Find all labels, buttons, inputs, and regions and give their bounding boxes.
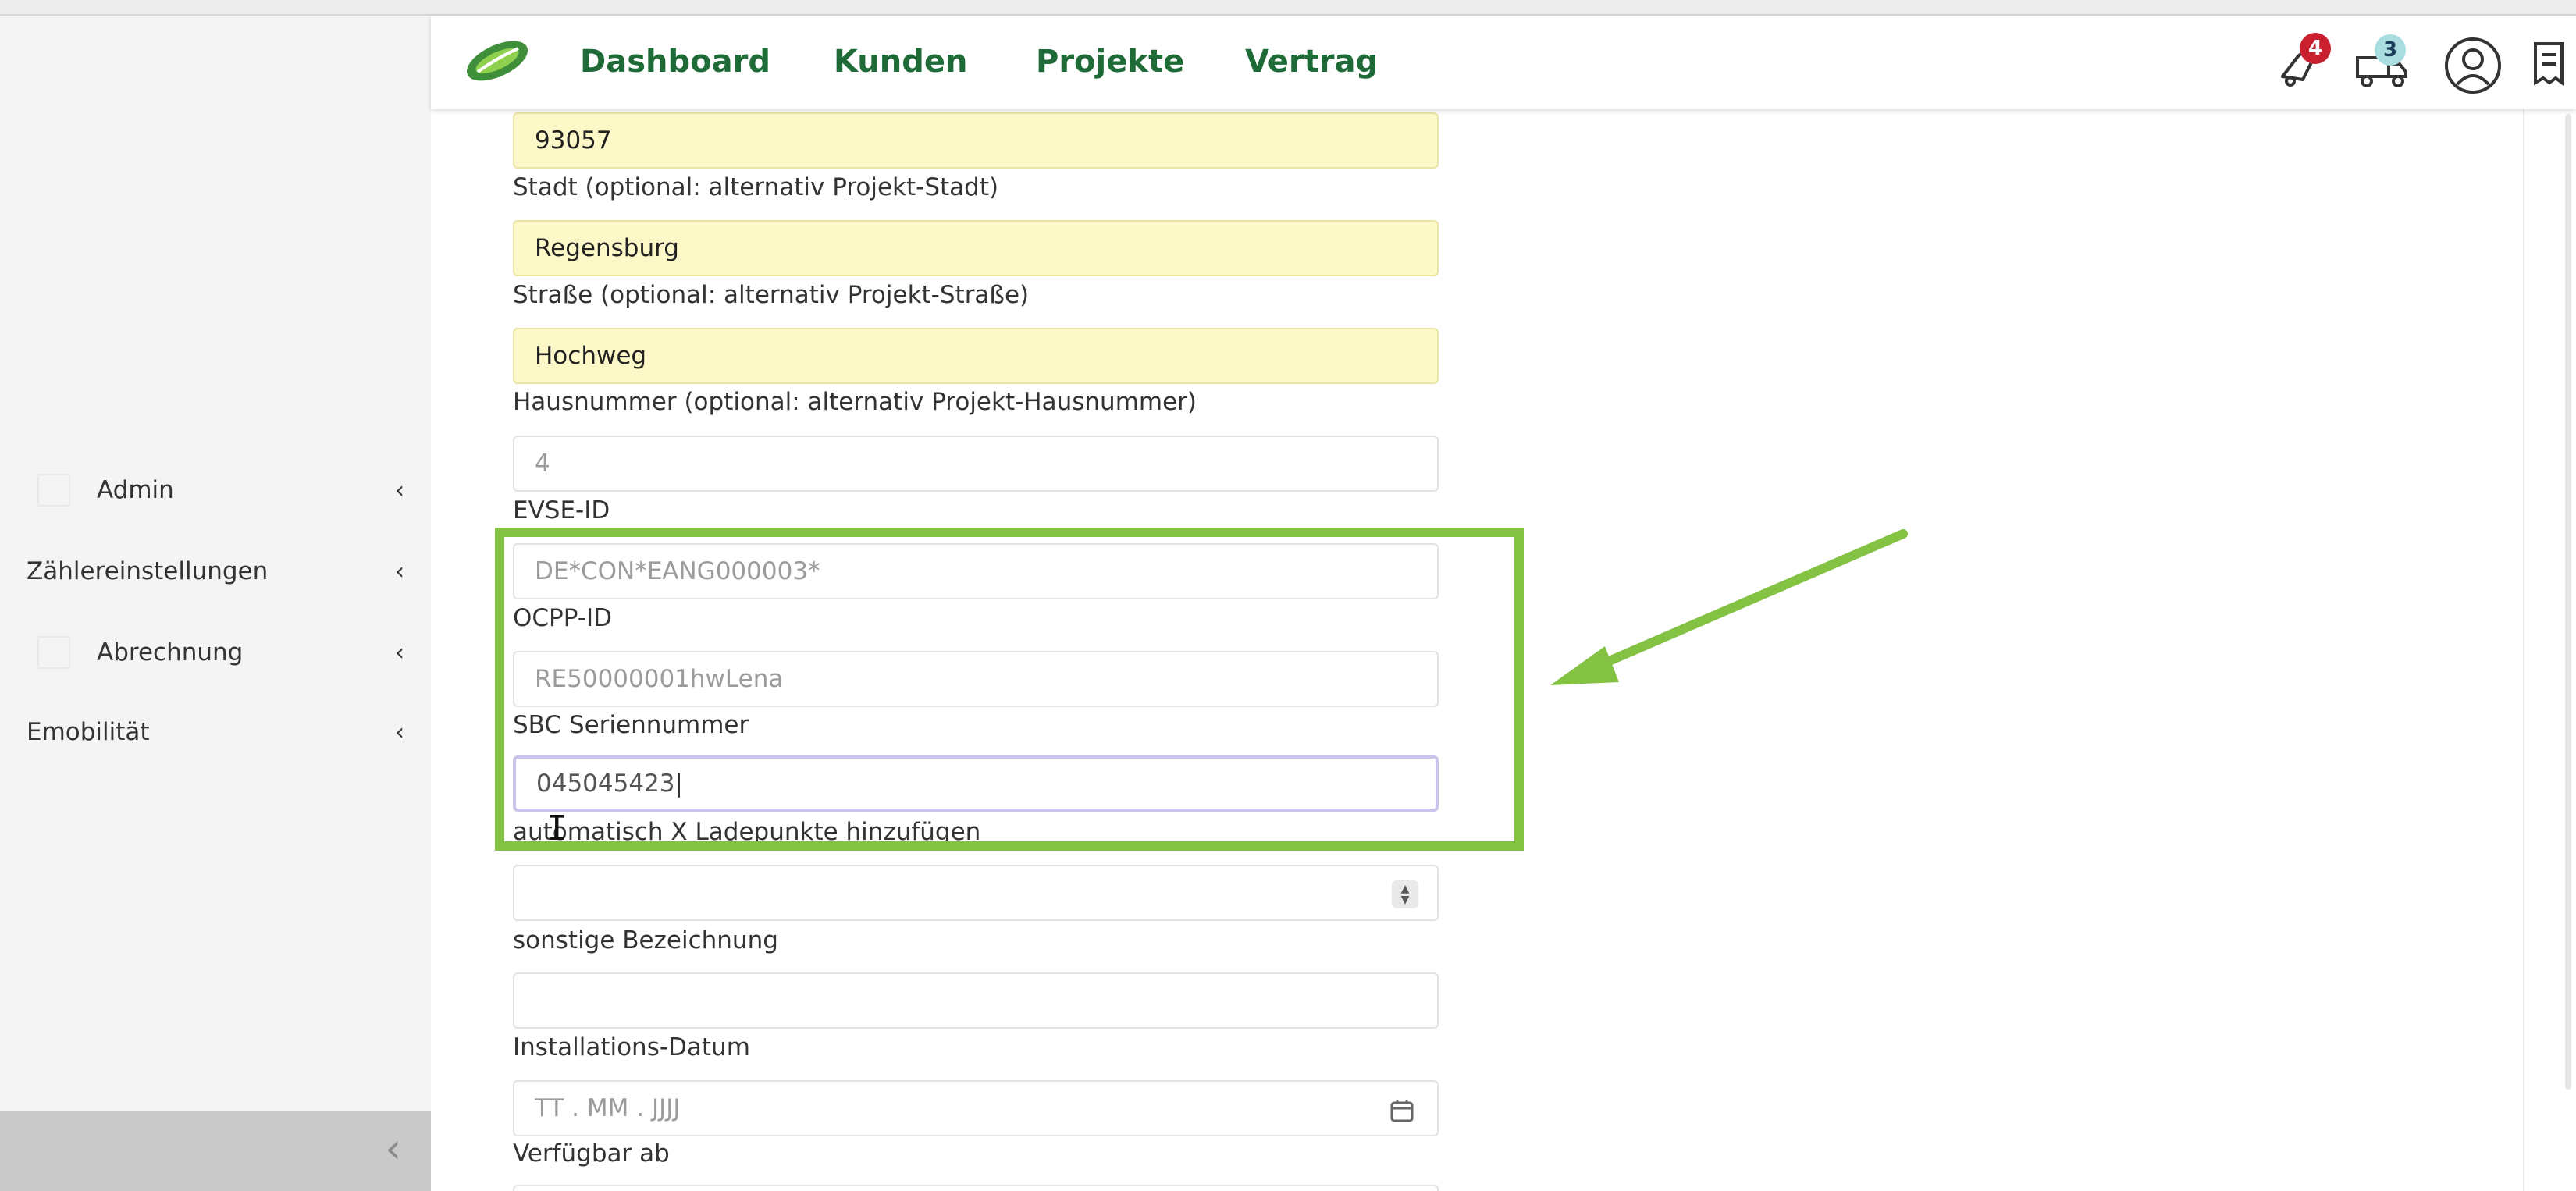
nav-vertrag[interactable]: Vertrag bbox=[1245, 44, 1378, 80]
sidebar: Admin ‹ Zählereinstellungen ‹ Abrechnung… bbox=[0, 16, 431, 1191]
chevron-left-icon: ‹ bbox=[395, 557, 404, 585]
chevron-left-icon: ‹ bbox=[395, 638, 404, 667]
chevron-left-icon: ‹ bbox=[395, 476, 404, 504]
evse-id-label: EVSE-ID bbox=[513, 496, 610, 524]
chevron-left-icon[interactable]: ‹ bbox=[385, 1129, 401, 1169]
arrow-annotation-icon bbox=[1550, 529, 1908, 685]
available-from-label: Verfügbar ab bbox=[513, 1139, 670, 1168]
sidebar-item-label: Abrechnung bbox=[97, 638, 244, 667]
other-designation-field[interactable] bbox=[513, 972, 1439, 1029]
text-cursor-icon: I bbox=[546, 809, 568, 848]
sidebar-item-admin[interactable]: Admin ‹ bbox=[37, 467, 431, 514]
notifications-button[interactable]: 4 bbox=[2272, 33, 2331, 91]
sidebar-item-label: Admin bbox=[97, 476, 174, 504]
city-field[interactable]: Regensburg bbox=[513, 220, 1439, 276]
browser-top-strip bbox=[0, 0, 2576, 16]
postcode-field[interactable]: 93057 bbox=[513, 112, 1439, 169]
nav-dashboard[interactable]: Dashboard bbox=[580, 44, 770, 80]
installation-date-placeholder: TT . MM . JJJJ bbox=[535, 1094, 681, 1122]
sidebar-item-abrechnung[interactable]: Abrechnung ‹ bbox=[37, 629, 431, 676]
installation-date-label: Installations-Datum bbox=[513, 1033, 750, 1061]
sidebar-item-emobilitaet[interactable]: Emobilität ‹ bbox=[27, 709, 431, 755]
house-number-field[interactable]: 4 bbox=[513, 436, 1439, 492]
auto-charging-points-field[interactable]: ▲ ▼ bbox=[513, 865, 1439, 921]
messages-button[interactable]: 3 bbox=[2351, 34, 2414, 91]
content-divider bbox=[2523, 109, 2524, 1191]
scrollbar[interactable] bbox=[2565, 114, 2571, 1090]
document-button[interactable] bbox=[2531, 36, 2570, 91]
number-spinner-icon[interactable]: ▲ ▼ bbox=[1392, 880, 1418, 908]
highlight-box bbox=[495, 528, 1524, 851]
square-icon bbox=[37, 636, 70, 669]
nav-projekte[interactable]: Projekte bbox=[1036, 44, 1184, 80]
top-navbar: Dashboard Kunden Projekte Vertrag 4 3 bbox=[431, 16, 2576, 109]
street-label: Straße (optional: alternativ Projekt-Str… bbox=[513, 281, 1030, 309]
house-number-label: Hausnummer (optional: alternativ Projekt… bbox=[513, 388, 1197, 416]
available-from-field[interactable] bbox=[513, 1185, 1439, 1191]
document-icon bbox=[2534, 42, 2564, 86]
user-icon bbox=[2445, 37, 2501, 94]
user-account-button[interactable] bbox=[2443, 36, 2503, 95]
street-field[interactable]: Hochweg bbox=[513, 328, 1439, 384]
city-label: Stadt (optional: alternativ Projekt-Stad… bbox=[513, 173, 999, 201]
installation-date-field[interactable]: TT . MM . JJJJ bbox=[513, 1080, 1439, 1136]
chevron-left-icon: ‹ bbox=[395, 718, 404, 746]
sidebar-footer: ‹ bbox=[0, 1111, 431, 1191]
nav-kunden[interactable]: Kunden bbox=[834, 44, 967, 80]
sidebar-item-zaehlereinstellungen[interactable]: Zählereinstellungen ‹ bbox=[27, 548, 431, 595]
sidebar-item-label: Zählereinstellungen bbox=[27, 557, 269, 585]
notification-count-badge: 4 bbox=[2300, 33, 2331, 64]
logo-icon[interactable] bbox=[462, 39, 532, 83]
messages-count-badge: 3 bbox=[2375, 34, 2406, 66]
sidebar-item-label: Emobilität bbox=[27, 718, 150, 746]
calendar-icon[interactable] bbox=[1390, 1099, 1414, 1122]
other-designation-label: sonstige Bezeichnung bbox=[513, 926, 778, 955]
square-icon bbox=[37, 474, 70, 507]
